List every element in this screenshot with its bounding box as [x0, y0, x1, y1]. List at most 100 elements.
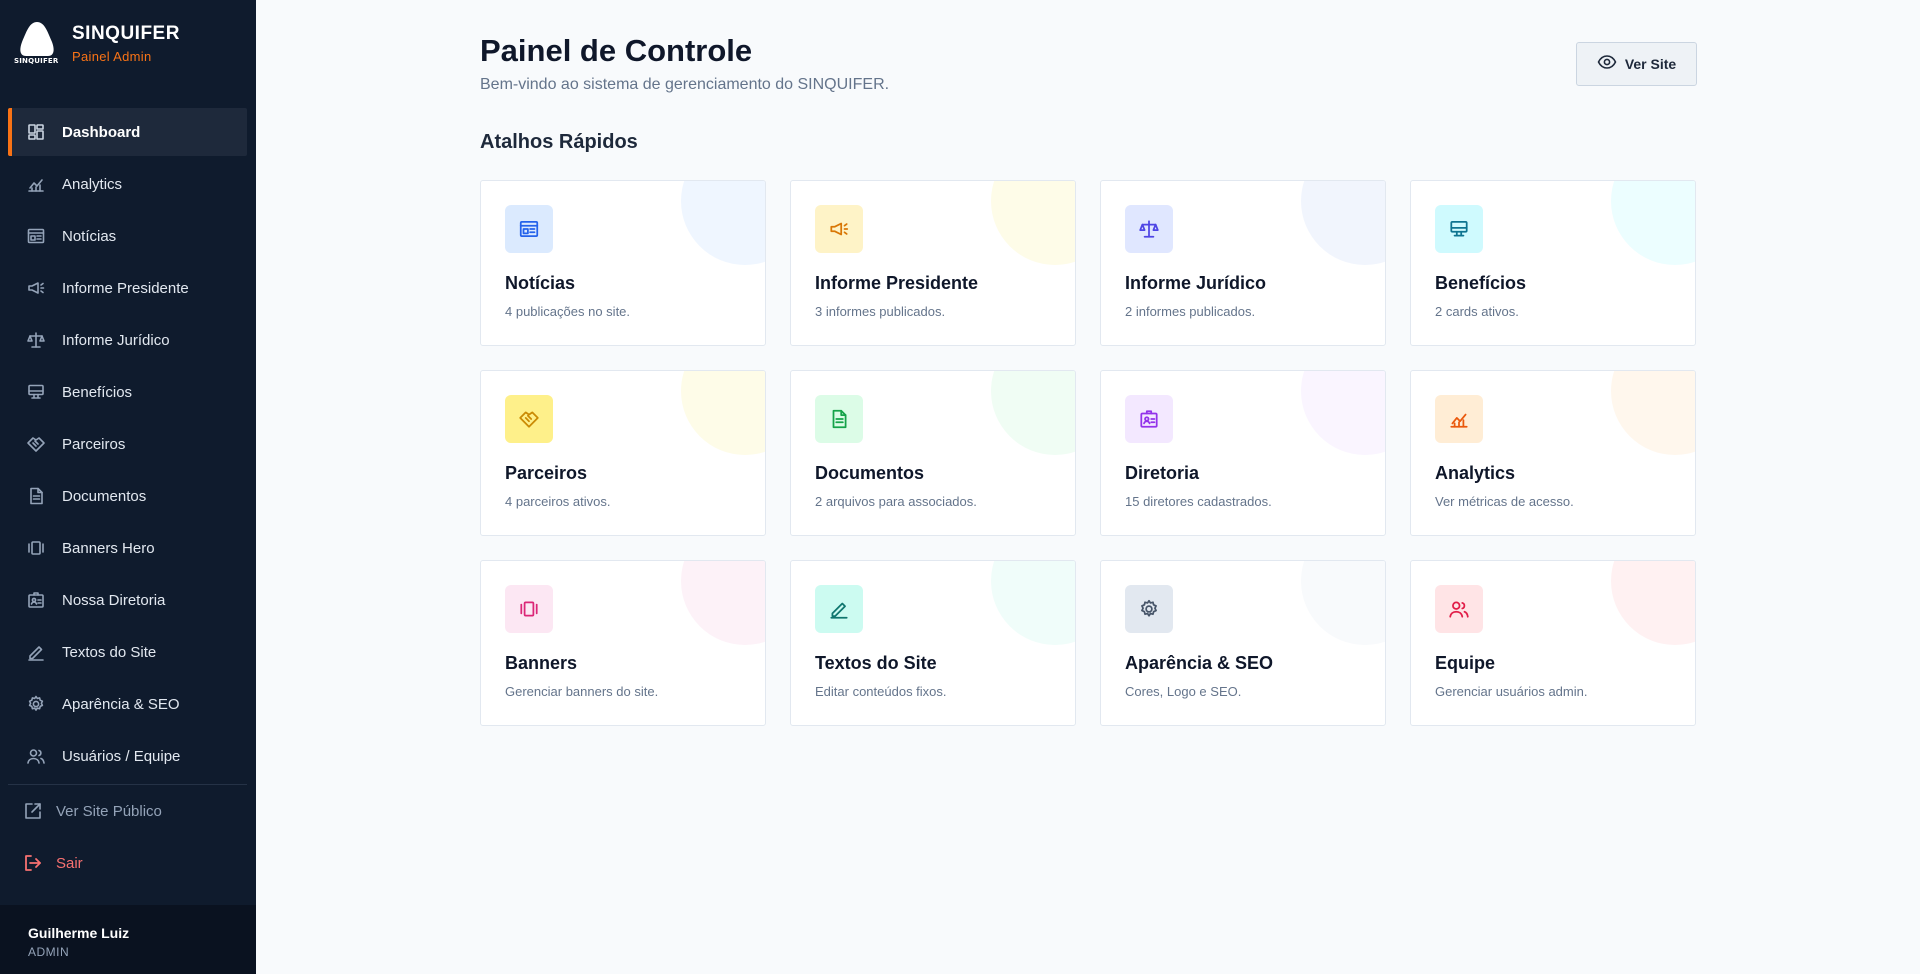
shortcut-card-0[interactable]: Notícias 4 publicações no site. — [480, 180, 766, 346]
external-link-icon — [22, 800, 44, 822]
logout-icon — [22, 852, 44, 874]
sidebar-item-label: Aparência & SEO — [62, 695, 180, 713]
id-card-icon — [25, 589, 47, 611]
card-description: 4 publicações no site. — [505, 304, 631, 319]
card-description: 4 parceiros ativos. — [505, 494, 611, 509]
chart-icon — [1435, 395, 1483, 443]
pen-icon — [25, 641, 47, 663]
brand[interactable]: SINQUIFER SINQUIFER Painel Admin — [14, 20, 180, 65]
shortcut-card-1[interactable]: Informe Presidente 3 informes publicados. — [790, 180, 1076, 346]
card-title: Informe Presidente — [815, 273, 979, 293]
sidebar-item-label: Nossa Diretoria — [62, 591, 166, 609]
sidebar-item-label: Informe Presidente — [62, 279, 189, 297]
card-title: Analytics — [1435, 463, 1516, 483]
carousel-icon — [505, 585, 553, 633]
sidebar-item-4[interactable]: Informe Jurídico — [8, 316, 247, 364]
sidebar-item-1[interactable]: Analytics — [8, 160, 247, 208]
users-icon — [1435, 585, 1483, 633]
view-site-label: Ver Site — [1624, 56, 1677, 72]
dashboard-icon — [25, 121, 47, 143]
document-icon — [25, 485, 47, 507]
page-title: Painel de Controle — [480, 33, 753, 68]
sidebar-item-9[interactable]: Nossa Diretoria — [8, 576, 247, 624]
brand-name: SINQUIFER — [72, 23, 180, 44]
sidebar-item-7[interactable]: Documentos — [8, 472, 247, 520]
card-description: Gerenciar banners do site. — [505, 684, 659, 699]
shortcut-card-10[interactable]: Aparência & SEO Cores, Logo e SEO. — [1100, 560, 1386, 726]
card-description: 15 diretores cadastrados. — [1125, 494, 1272, 509]
card-description: Gerenciar usuários admin. — [1435, 684, 1588, 699]
shortcut-card-4[interactable]: Parceiros 4 parceiros ativos. — [480, 370, 766, 536]
shortcut-card-11[interactable]: Equipe Gerenciar usuários admin. — [1410, 560, 1696, 726]
card-description: 2 arquivos para associados. — [815, 494, 977, 509]
shortcuts-grid: Notícias 4 publicações no site. Informe Pr… — [480, 180, 1697, 726]
card-title: Equipe — [1435, 653, 1496, 673]
card-decoration — [681, 181, 765, 265]
card-title: Notícias — [505, 273, 576, 293]
sidebar-item-label: Textos do Site — [62, 643, 157, 661]
card-decoration — [1301, 371, 1385, 455]
brand-subtitle: Painel Admin — [72, 49, 152, 64]
brand-logo-text: SINQUIFER — [14, 57, 59, 65]
newspaper-icon — [505, 205, 553, 253]
shortcut-card-3[interactable]: Benefícios 2 cards ativos. — [1410, 180, 1696, 346]
sidebar-item-label: Documentos — [62, 487, 147, 505]
card-decoration — [1611, 561, 1695, 645]
handshake-icon — [25, 433, 47, 455]
card-title: Parceiros — [505, 463, 588, 483]
sidebar-item-12[interactable]: Usuários / Equipe — [8, 732, 247, 780]
brand-logo: SINQUIFER — [14, 20, 62, 65]
sidebar-item-8[interactable]: Banners Hero — [8, 524, 247, 572]
card-title: Informe Jurídico — [1125, 273, 1267, 293]
shortcut-card-8[interactable]: Banners Gerenciar banners do site. — [480, 560, 766, 726]
card-decoration — [1611, 371, 1695, 455]
shortcut-card-9[interactable]: Textos do Site Editar conteúdos fixos. — [790, 560, 1076, 726]
logout-label: Sair — [56, 854, 83, 872]
card-decoration — [681, 561, 765, 645]
card-description: Ver métricas de acesso. — [1435, 494, 1574, 509]
sidebar-item-label: Parceiros — [62, 435, 126, 453]
shortcut-card-7[interactable]: Analytics Ver métricas de acesso. — [1410, 370, 1696, 536]
sidebar-item-label: Dashboard — [62, 123, 141, 141]
users-icon — [25, 745, 47, 767]
user-name: Guilherme Luiz — [28, 925, 130, 941]
sidebar-item-2[interactable]: Notícias — [8, 212, 247, 260]
card-title: Benefícios — [1435, 273, 1527, 293]
sidebar: SINQUIFER SINQUIFER Painel Admin Dashboa… — [0, 0, 256, 974]
sidebar-item-label: Usuários / Equipe — [62, 747, 181, 765]
shortcut-card-2[interactable]: Informe Jurídico 2 informes publicados. — [1100, 180, 1386, 346]
sidebar-item-label: Benefícios — [62, 383, 133, 401]
sidebar-item-5[interactable]: Benefícios — [8, 368, 247, 416]
public-site-label: Ver Site Público — [56, 802, 162, 820]
monitor-icon — [1435, 205, 1483, 253]
card-description: Cores, Logo e SEO. — [1125, 684, 1242, 699]
card-decoration — [1301, 181, 1385, 265]
card-title: Documentos — [815, 463, 925, 483]
logout-button[interactable]: Sair — [8, 838, 247, 888]
gear-icon — [25, 693, 47, 715]
view-site-button[interactable]: Ver Site — [1576, 42, 1697, 86]
sidebar-item-6[interactable]: Parceiros — [8, 420, 247, 468]
shortcut-card-6[interactable]: Diretoria 15 diretores cadastrados. — [1100, 370, 1386, 536]
card-decoration — [1301, 561, 1385, 645]
card-decoration — [991, 181, 1075, 265]
sidebar-item-0[interactable]: Dashboard — [8, 108, 247, 156]
card-decoration — [681, 371, 765, 455]
scale-icon — [1125, 205, 1173, 253]
main-content: Painel de Controle Bem-vindo ao sistema … — [256, 0, 1920, 974]
monitor-icon — [25, 381, 47, 403]
newspaper-icon — [25, 225, 47, 247]
public-site-link[interactable]: Ver Site Público — [8, 786, 247, 836]
sidebar-item-11[interactable]: Aparência & SEO — [8, 680, 247, 728]
card-title: Diretoria — [1125, 463, 1200, 483]
card-description: 3 informes publicados. — [815, 304, 946, 319]
megaphone-icon — [25, 277, 47, 299]
chart-icon — [25, 173, 47, 195]
handshake-icon — [505, 395, 553, 443]
sidebar-item-3[interactable]: Informe Presidente — [8, 264, 247, 312]
sidebar-item-label: Informe Jurídico — [62, 331, 170, 349]
megaphone-icon — [815, 205, 863, 253]
shortcut-card-5[interactable]: Documentos 2 arquivos para associados. — [790, 370, 1076, 536]
user-profile: Guilherme Luiz ADMIN — [0, 905, 256, 974]
sidebar-item-10[interactable]: Textos do Site — [8, 628, 247, 676]
